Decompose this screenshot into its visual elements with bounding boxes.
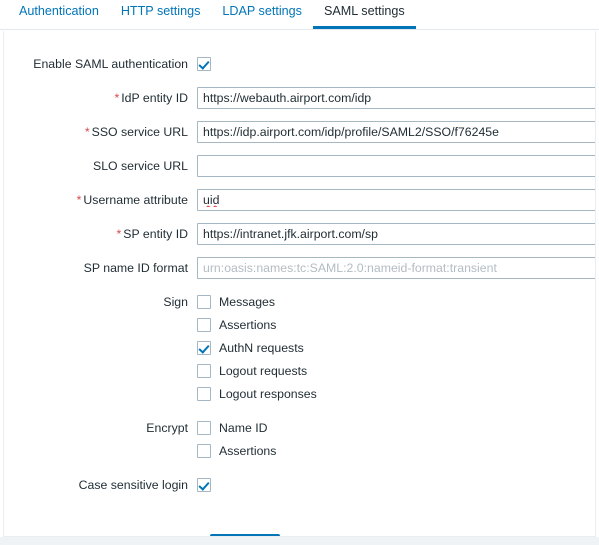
label-sso-service-url: * SSO service URL <box>4 125 197 139</box>
tab-saml-settings[interactable]: SAML settings <box>312 4 416 29</box>
page-background-strip <box>0 537 599 545</box>
row-sign-logout-responses: Logout responses <box>4 383 317 405</box>
label-sp-entity-id: * SP entity ID <box>4 227 197 241</box>
saml-settings-form: Enable SAML authentication * IdP entity I… <box>3 31 596 537</box>
input-idp-entity-id[interactable] <box>197 87 595 109</box>
checkbox-sign-logout-responses[interactable] <box>197 387 211 401</box>
checkbox-sign-logout-requests[interactable] <box>197 364 211 378</box>
checkbox-case-sensitive-login[interactable] <box>197 478 211 492</box>
label-text-sp-entity-id: SP entity ID <box>123 227 188 241</box>
checkbox-label-encrypt-name-id[interactable]: Name ID <box>219 421 268 435</box>
row-encrypt-name-id: Encrypt Name ID <box>4 417 268 439</box>
checkbox-sign-assertions[interactable] <box>197 318 211 332</box>
label-sign: Sign <box>163 295 188 309</box>
label-text-idp-entity-id: IdP entity ID <box>121 91 188 105</box>
row-sign-assertions: Assertions <box>4 314 276 336</box>
required-marker-sp-entity-id: * <box>116 227 122 241</box>
checkbox-label-sign-assertions[interactable]: Assertions <box>219 318 276 332</box>
row-enable-saml: Enable SAML authentication <box>4 53 211 75</box>
row-sign-messages: Sign Messages <box>4 291 275 313</box>
row-slo-service-url: SLO service URL <box>4 155 595 177</box>
input-sso-service-url[interactable] <box>197 121 595 143</box>
row-idp-entity-id: * IdP entity ID <box>4 87 595 109</box>
tab-ldap-settings[interactable]: LDAP settings <box>211 4 313 29</box>
input-sp-entity-id[interactable] <box>197 223 595 245</box>
tab-bar: Authentication HTTP settings LDAP settin… <box>0 0 599 30</box>
row-sp-entity-id: * SP entity ID <box>4 223 595 245</box>
required-marker-sso-service-url: * <box>84 125 90 139</box>
input-username-attribute[interactable] <box>197 189 595 211</box>
row-encrypt-assertions: Assertions <box>4 440 276 462</box>
row-sp-name-id-format: SP name ID format <box>4 257 595 279</box>
label-text-sso-service-url: SSO service URL <box>91 125 188 139</box>
checkbox-sign-authn-requests[interactable] <box>197 341 211 355</box>
checkbox-label-encrypt-assertions[interactable]: Assertions <box>219 444 276 458</box>
checkbox-encrypt-assertions[interactable] <box>197 444 211 458</box>
checkbox-label-sign-logout-requests[interactable]: Logout requests <box>219 364 307 378</box>
row-case-sensitive-login: Case sensitive login <box>4 474 211 496</box>
tab-list: Authentication HTTP settings LDAP settin… <box>0 0 599 29</box>
label-encrypt: Encrypt <box>146 421 188 435</box>
label-case-sensitive-login: Case sensitive login <box>78 478 188 492</box>
row-sso-service-url: * SSO service URL <box>4 121 595 143</box>
label-idp-entity-id: * IdP entity ID <box>4 91 197 105</box>
tab-http-settings[interactable]: HTTP settings <box>110 4 212 29</box>
row-username-attribute: * Username attribute <box>4 189 595 211</box>
checkbox-enable-saml[interactable] <box>197 57 211 71</box>
row-sign-authn-requests: AuthN requests <box>4 337 304 359</box>
label-slo-service-url: SLO service URL <box>93 159 188 173</box>
tab-authentication[interactable]: Authentication <box>8 4 110 29</box>
label-sp-name-id-format: SP name ID format <box>83 261 188 275</box>
required-marker-idp-entity-id: * <box>114 91 120 105</box>
checkbox-label-sign-logout-responses[interactable]: Logout responses <box>219 387 317 401</box>
checkbox-label-sign-messages[interactable]: Messages <box>219 295 275 309</box>
input-slo-service-url[interactable] <box>197 155 595 177</box>
label-text-username-attribute: Username attribute <box>83 193 188 207</box>
checkbox-sign-messages[interactable] <box>197 295 211 309</box>
input-sp-name-id-format[interactable] <box>197 257 595 279</box>
checkbox-encrypt-name-id[interactable] <box>197 421 211 435</box>
label-username-attribute: * Username attribute <box>4 193 197 207</box>
required-marker-username-attribute: * <box>76 193 82 207</box>
checkbox-label-sign-authn-requests[interactable]: AuthN requests <box>219 341 304 355</box>
label-enable-saml: Enable SAML authentication <box>33 57 188 71</box>
row-sign-logout-requests: Logout requests <box>4 360 307 382</box>
